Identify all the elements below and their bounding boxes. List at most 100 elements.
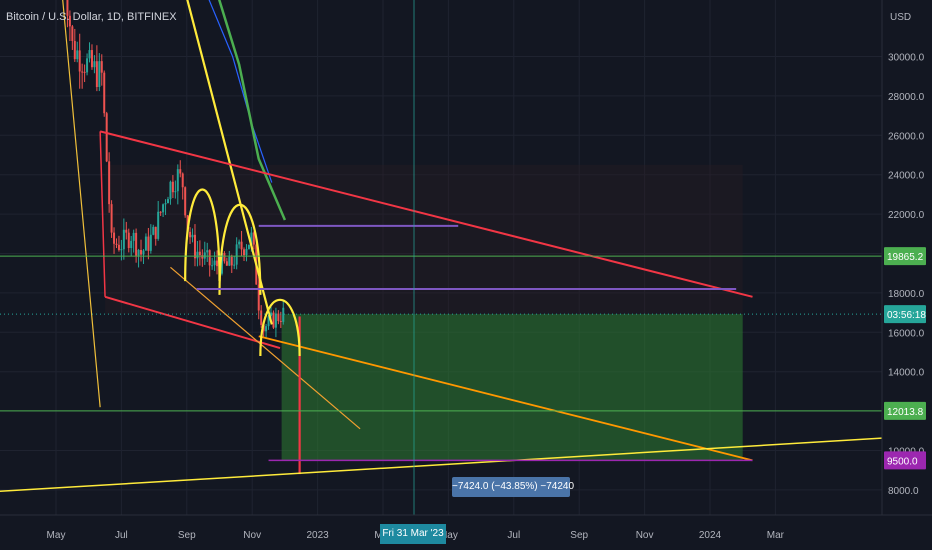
candle-body: [103, 72, 106, 114]
time-axis[interactable]: MayJulSepNov2023MarMayJulSepNov2024Mar: [0, 514, 932, 550]
candle-body: [196, 251, 199, 259]
candle-body: [181, 173, 184, 188]
candle-body: [147, 236, 150, 251]
candle-body: [90, 50, 93, 68]
price-tick-label: 28000.0: [888, 92, 925, 103]
candle-body: [110, 204, 113, 233]
candle-body: [265, 326, 268, 332]
candle-body: [135, 232, 138, 256]
candle-body: [127, 232, 130, 249]
candle-body: [157, 211, 160, 239]
price-tag-label: 19865.2: [887, 252, 924, 263]
price-tick-label: 8000.0: [888, 486, 919, 497]
candle-body: [86, 58, 89, 73]
candle-body: [166, 199, 169, 204]
price-tick-label: 14000.0: [888, 368, 925, 379]
candle-body: [171, 181, 174, 193]
candle-body: [73, 40, 76, 60]
candle-body: [140, 249, 143, 255]
candle-body: [228, 256, 231, 266]
measure-tool-label: −7424.0 (−43.85%) −74240: [452, 477, 574, 497]
candle-body: [179, 169, 182, 174]
candle-body: [191, 234, 194, 238]
time-axis-background: [0, 515, 932, 550]
time-tick-label: Mar: [767, 530, 785, 541]
candle-body: [245, 248, 248, 256]
candle-body: [225, 261, 228, 266]
candle-body: [154, 226, 157, 239]
candle-body: [174, 191, 177, 193]
candle-body: [211, 265, 214, 267]
candle-body: [233, 264, 236, 266]
candle-body: [71, 26, 74, 41]
candle-body: [132, 232, 135, 241]
currency-label: USD: [890, 12, 911, 23]
candle-body: [272, 312, 275, 328]
candle-body: [235, 244, 238, 265]
price-tag-label: 12013.8: [887, 407, 924, 418]
candle-body: [164, 203, 167, 205]
price-tick-label: 18000.0: [888, 289, 925, 300]
candle-body: [149, 234, 152, 251]
candle-body: [137, 249, 140, 256]
candle-body: [130, 240, 133, 249]
candle-body: [213, 260, 216, 266]
time-tick-label: Jul: [507, 530, 520, 541]
price-chart[interactable]: USD 30000.0 28000.0 26000.0 24000.0 22000.0 18…: [0, 0, 932, 550]
candle-body: [113, 232, 116, 244]
time-tick-label: 2023: [306, 530, 329, 541]
candle-body: [193, 234, 196, 259]
time-tick-label: 2024: [699, 530, 722, 541]
candle-body: [100, 61, 103, 73]
time-tick-label: Sep: [570, 530, 588, 541]
candle-body: [260, 310, 263, 325]
candle-body: [277, 313, 280, 321]
time-tick-label: Sep: [178, 530, 196, 541]
candle-body: [142, 250, 145, 255]
candle-body: [274, 313, 277, 328]
candle-body: [81, 71, 84, 73]
candle-body: [238, 241, 241, 245]
candle-body: [243, 249, 246, 256]
candle-body: [105, 113, 108, 162]
candle-body: [223, 253, 226, 262]
candle-body: [108, 161, 111, 205]
candle-body: [247, 244, 250, 249]
upper-range-shade: [105, 164, 743, 315]
candle-body: [76, 50, 79, 60]
candle-body: [120, 249, 123, 251]
candle-body: [144, 236, 147, 251]
candle-body: [78, 50, 81, 72]
candle-body: [279, 320, 282, 322]
candle-body: [88, 50, 91, 59]
candle-body: [206, 250, 209, 253]
green-target-zone: [281, 314, 743, 461]
candle-body: [93, 61, 96, 68]
candle-body: [203, 252, 206, 259]
candle-body: [117, 244, 120, 251]
candle-body: [184, 187, 187, 216]
candle-body: [83, 71, 86, 73]
candle-body: [216, 260, 219, 267]
candle-body: [176, 169, 179, 192]
candle-body: [152, 226, 155, 235]
crosshair-date-label: Fri 31 Mar '23: [380, 524, 446, 544]
candle-body: [115, 243, 118, 245]
time-tick-label: May: [47, 530, 66, 541]
time-tick-label: Jul: [115, 530, 128, 541]
candle-body: [169, 181, 172, 200]
price-tick-label: 26000.0: [888, 131, 925, 142]
candle-body: [98, 61, 101, 88]
symbol-title: Bitcoin / U.S. Dollar, 1D, BITFINEX: [6, 11, 177, 23]
price-tick-label: 30000.0: [888, 53, 925, 64]
candle-body: [159, 211, 162, 213]
time-tick-label: Nov: [636, 530, 654, 541]
candle-body: [198, 251, 201, 256]
candle-body: [189, 231, 192, 238]
price-tick-label: 22000.0: [888, 210, 925, 221]
price-tag-label: 9500.0: [887, 456, 918, 467]
candle-body: [125, 229, 128, 233]
candle-body: [208, 250, 211, 266]
candle-body: [240, 241, 243, 250]
candle-body: [122, 229, 125, 250]
